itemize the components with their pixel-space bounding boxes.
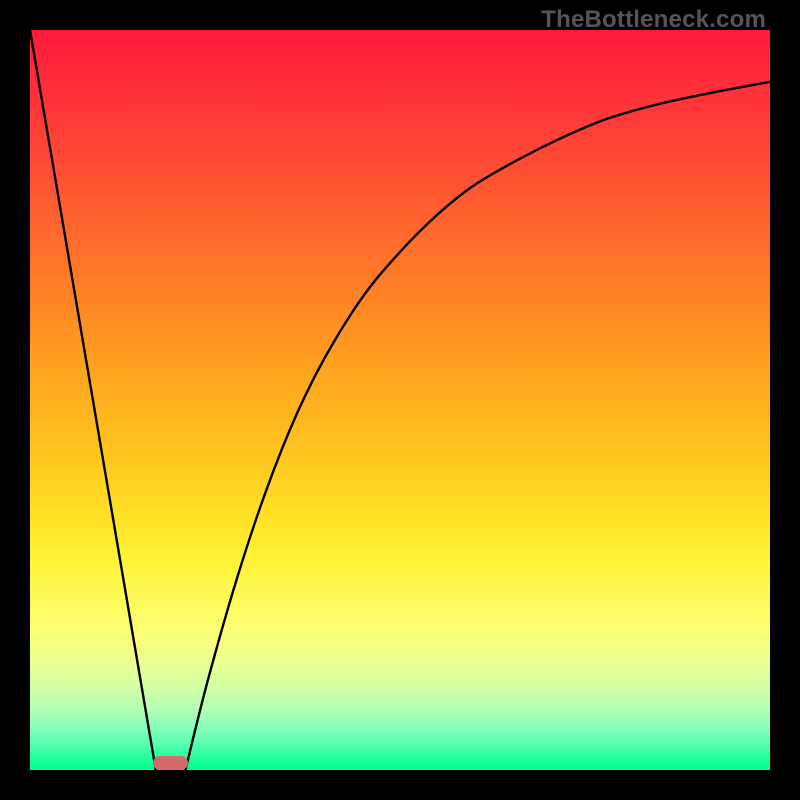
curve-left-segment <box>30 30 156 770</box>
plot-area <box>30 30 770 770</box>
curve-layer <box>30 30 770 770</box>
chart-frame: TheBottleneck.com <box>0 0 800 800</box>
highlight-marker <box>153 756 189 770</box>
watermark-text: TheBottleneck.com <box>541 6 766 34</box>
curve-right-segment <box>185 82 770 770</box>
